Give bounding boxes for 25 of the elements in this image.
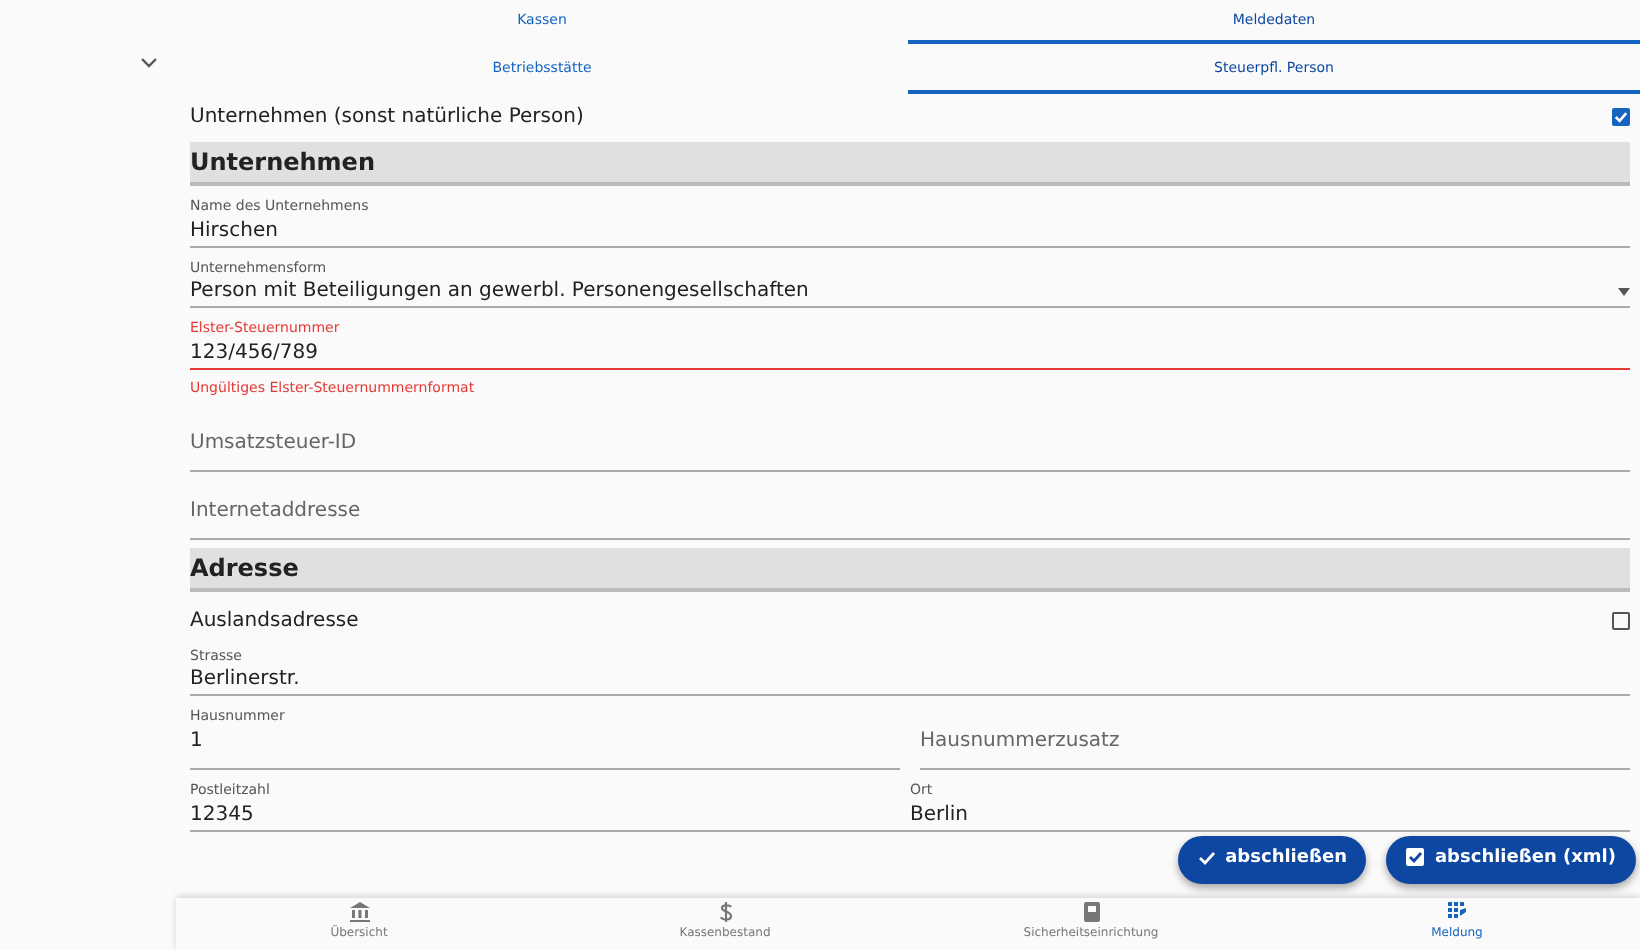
finish-button[interactable]: abschließen <box>1177 836 1367 884</box>
finish-button[interactable]: abschließen (xml) <box>1386 836 1636 884</box>
grid-icon <box>1447 902 1467 922</box>
section-heading: Unternehmen <box>190 142 1630 186</box>
field-value: 123/456/789 <box>190 340 318 369</box>
input-field[interactable]: Hausnummerzusatz <box>920 710 1630 771</box>
field-value: 1 <box>190 727 203 756</box>
chevron-down-icon[interactable] <box>140 56 158 70</box>
dropdown-caret-icon <box>1618 287 1630 296</box>
field-value: Berlinerstr. <box>190 666 300 695</box>
checkbox-icon <box>1406 848 1425 867</box>
field-value: 12345 <box>190 801 254 830</box>
field-value: Person mit Beteiligungen an gewerbl. Personengesellschaften <box>190 278 809 307</box>
input-field[interactable]: Umsatzsteuer-ID <box>190 411 1630 472</box>
section-heading: Adresse <box>190 547 1630 592</box>
dollar-icon <box>715 902 735 922</box>
input-field[interactable]: Internetaddresse <box>190 479 1630 540</box>
check-icon <box>1197 849 1216 866</box>
field-value: Berlin <box>910 801 969 830</box>
checkbox-label: Auslandsadresse <box>190 608 359 637</box>
checkbox[interactable] <box>1612 612 1630 631</box>
checkbox[interactable] <box>1612 107 1630 125</box>
field-value: Hirschen <box>190 217 278 246</box>
checkbox-label: Unternehmen (sonst natürliche Person) <box>190 103 584 131</box>
bank-icon <box>349 902 369 922</box>
